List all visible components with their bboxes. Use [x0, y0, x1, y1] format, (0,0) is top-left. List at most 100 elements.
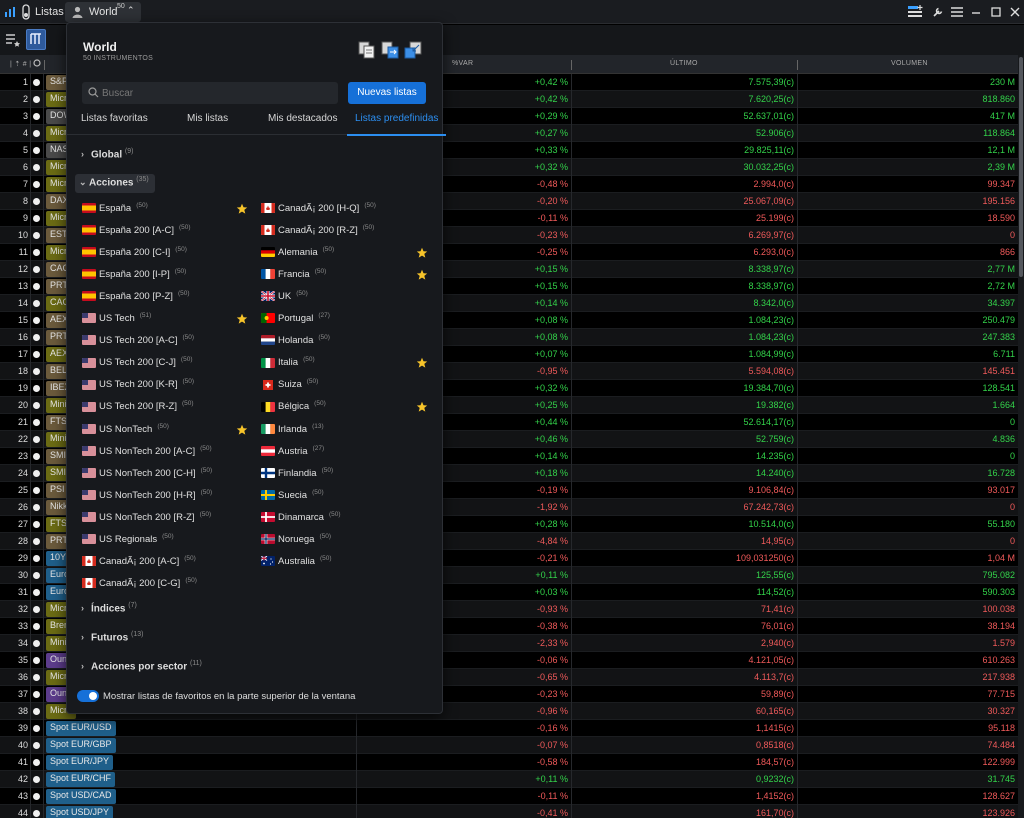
table-row[interactable]: 39 Spot EUR/USD -0,16 % 1,1415(c) 95.118 — [0, 720, 1018, 737]
cell-volume: 77.715 — [987, 689, 1015, 699]
favorite-star-icon[interactable] — [236, 203, 248, 215]
favorite-star-icon[interactable] — [416, 401, 428, 413]
column-header-last[interactable]: ÚLTIMO — [670, 60, 698, 67]
row-number: 32 — [17, 604, 28, 614]
list-item[interactable]: US Regionals (50) — [82, 533, 174, 549]
category-acciones[interactable]: ⌄ Acciones (35) — [75, 174, 155, 193]
tab-predefined-lists[interactable]: Listas predefinidas — [346, 113, 447, 136]
list-item[interactable]: CanadÃ¡ 200 [C-G] (50) — [82, 577, 197, 593]
category-indices[interactable]: › Índices (7) — [81, 602, 137, 618]
favorite-star-icon[interactable] — [416, 357, 428, 369]
add-column-icon[interactable] — [906, 4, 924, 20]
table-row[interactable]: 43 Spot USD/CAD -0,11 % 1,4152(c) 128.627 — [0, 788, 1018, 805]
table-row[interactable]: 40 Spot EUR/GBP -0,07 % 0,8518(c) 74.484 — [0, 737, 1018, 754]
sort-number-icon[interactable]: | ⇡ # | — [10, 60, 31, 68]
row-number: 16 — [17, 332, 28, 342]
tab-favorite-lists[interactable]: Listas favoritas — [81, 113, 148, 135]
symbol-badge[interactable]: Spot EUR/GBP — [46, 738, 116, 753]
list-item[interactable]: UK (50) — [261, 290, 308, 306]
category-global[interactable]: › Global (9) — [81, 148, 133, 164]
list-item[interactable]: US Tech (51) — [82, 312, 151, 328]
list-item[interactable]: España 200 [C-I] (50) — [82, 246, 187, 262]
list-item[interactable]: España 200 [I-P] (50) — [82, 268, 186, 284]
list-item-label: Dinamarca — [278, 511, 324, 523]
list-item[interactable]: US Tech 200 [K-R] (50) — [82, 378, 194, 394]
symbol-badge[interactable]: Spot USD/JPY — [46, 806, 114, 818]
favorites-on-top-toggle[interactable] — [77, 690, 99, 702]
cell-volume: 128.541 — [982, 383, 1015, 393]
list-item[interactable]: Francia (50) — [261, 268, 326, 284]
grid-view-icon[interactable] — [26, 29, 46, 50]
tab-my-lists[interactable]: Mis listas — [187, 113, 228, 135]
export-list-icon[interactable] — [380, 40, 400, 60]
list-item[interactable]: Austria (27) — [261, 445, 324, 461]
table-row[interactable]: 44 Spot USD/JPY -0,41 % 161,70(c) 123.926 — [0, 805, 1018, 818]
list-item[interactable]: Suecia (50) — [261, 489, 324, 505]
list-item[interactable]: Finlandia (50) — [261, 467, 333, 483]
table-row[interactable]: 42 Spot EUR/CHF +0,11 % 0,9232(c) 31.745 — [0, 771, 1018, 788]
column-header-var[interactable]: %VAR — [452, 60, 473, 67]
list-item[interactable]: US Tech 200 [A-C] (50) — [82, 334, 194, 350]
list-item[interactable]: US NonTech 200 [A-C] (50) — [82, 445, 212, 461]
copy-list-icon[interactable] — [357, 40, 377, 60]
list-item[interactable]: CanadÃ¡ 200 [A-C] (50) — [82, 555, 196, 571]
flag-es-icon — [82, 225, 96, 236]
list-item[interactable]: Portugal (27) — [261, 312, 330, 328]
list-item[interactable]: Suiza (50) — [261, 378, 318, 394]
import-list-icon[interactable] — [403, 40, 423, 60]
row-number: 37 — [17, 689, 28, 699]
list-item[interactable]: US Tech 200 [R-Z] (50) — [82, 400, 194, 416]
cell-last: 184,57(c) — [755, 757, 794, 767]
list-item[interactable]: Dinamarca (50) — [261, 511, 341, 527]
wrench-icon[interactable] — [929, 4, 947, 20]
list-item[interactable]: Italia (50) — [261, 356, 315, 372]
list-item[interactable]: US NonTech 200 [H-R] (50) — [82, 489, 212, 505]
list-item[interactable]: Noruega (50) — [261, 533, 331, 549]
list-item[interactable]: Bélgica (50) — [261, 400, 326, 416]
search-field[interactable] — [82, 82, 338, 104]
list-item[interactable]: US NonTech 200 [R-Z] (50) — [82, 511, 211, 527]
binoculars-icon[interactable] — [21, 4, 31, 20]
favorite-star-icon[interactable] — [236, 313, 248, 325]
close-icon[interactable] — [1006, 4, 1024, 20]
symbol-badge[interactable]: Spot EUR/USD — [46, 721, 116, 736]
scrollbar-thumb[interactable] — [1019, 57, 1023, 277]
category-futuros[interactable]: › Futuros (13) — [81, 631, 143, 647]
list-item[interactable]: España 200 [A-C] (50) — [82, 224, 191, 240]
favorite-star-icon[interactable] — [236, 424, 248, 436]
vertical-scrollbar[interactable] — [1018, 55, 1024, 818]
list-item[interactable]: Holanda (50) — [261, 334, 330, 350]
list-item[interactable]: Alemania (50) — [261, 246, 334, 262]
new-list-button[interactable]: Nuevas listas — [348, 82, 426, 104]
list-item[interactable]: Irlanda (13) — [261, 423, 324, 439]
list-item[interactable]: US Tech 200 [C-J] (50) — [82, 356, 192, 372]
search-input[interactable] — [102, 85, 332, 101]
list-star-icon[interactable] — [5, 32, 21, 48]
list-item[interactable]: España 200 [P-Z] (50) — [82, 290, 190, 306]
list-item[interactable]: Australia (50) — [261, 555, 332, 571]
category-acciones-por-sector[interactable]: › Acciones por sector (11) — [81, 660, 202, 676]
list-item[interactable]: CanadÃ¡ 200 [H-Q] (50) — [261, 202, 376, 218]
status-dot — [33, 266, 40, 273]
favorite-star-icon[interactable] — [416, 247, 428, 259]
app-lists-label[interactable]: Listas — [35, 6, 64, 18]
watchlist-selector-button[interactable]: World 50 ⌃ — [65, 2, 141, 22]
list-item[interactable]: US NonTech (50) — [82, 423, 169, 439]
favorite-star-icon[interactable] — [416, 269, 428, 281]
title-bar: Listas World 50 ⌃ — [0, 0, 1024, 24]
list-item[interactable]: US NonTech 200 [C-H] (50) — [82, 467, 212, 483]
list-item[interactable]: España (50) — [82, 202, 148, 218]
minimize-icon[interactable] — [967, 4, 985, 20]
table-row[interactable]: 41 Spot EUR/JPY -0,58 % 184,57(c) 122.999 — [0, 754, 1018, 771]
list-item[interactable]: CanadÃ¡ 200 [R-Z] (50) — [261, 224, 374, 240]
list-item-count: (50) — [182, 378, 195, 386]
status-column-icon[interactable] — [33, 59, 41, 67]
symbol-badge[interactable]: Spot EUR/CHF — [46, 772, 116, 787]
maximize-icon[interactable] — [987, 4, 1005, 20]
menu-icon[interactable] — [948, 4, 966, 20]
status-dot — [33, 742, 40, 749]
symbol-badge[interactable]: Spot USD/CAD — [46, 789, 116, 804]
column-header-volume[interactable]: VOLUMEN — [891, 60, 928, 67]
symbol-badge[interactable]: Spot EUR/JPY — [46, 755, 114, 770]
tab-my-highlights[interactable]: Mis destacados — [268, 113, 337, 135]
